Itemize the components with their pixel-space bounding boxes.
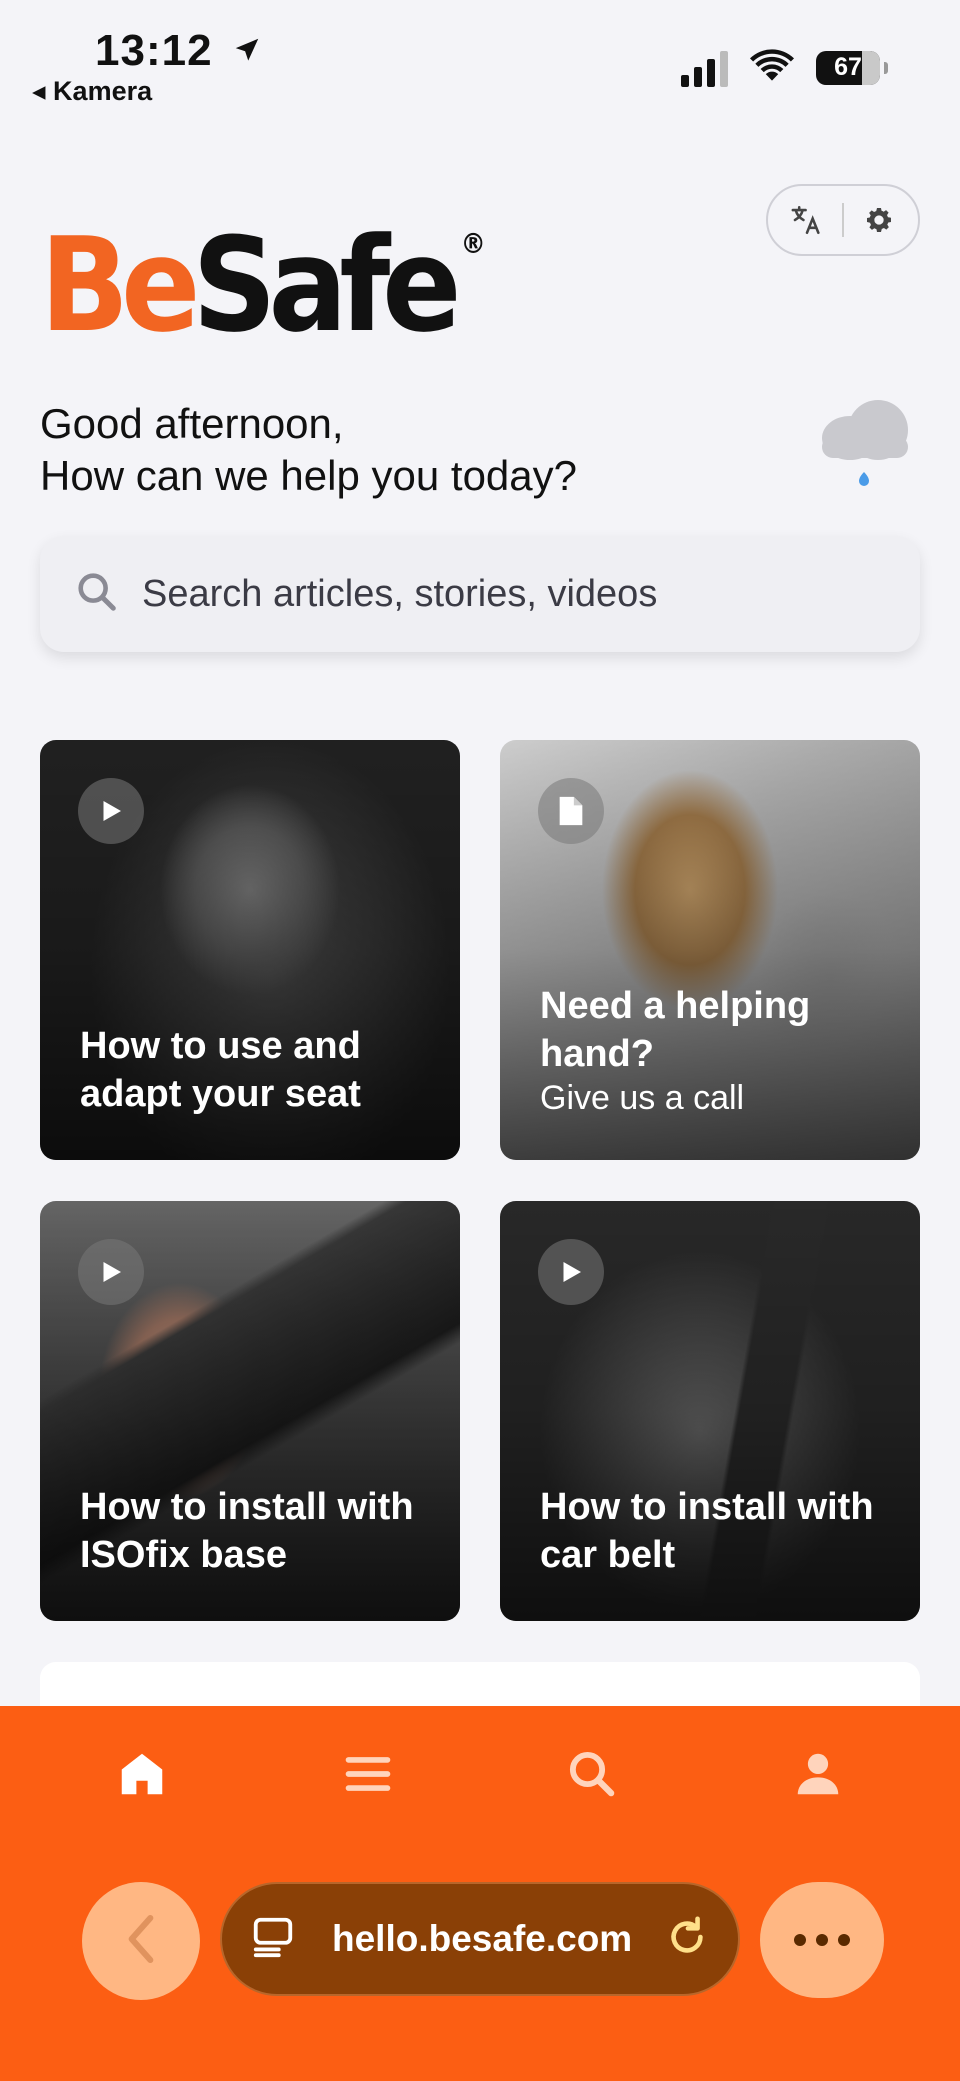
play-icon [78,778,144,844]
card-install-car-belt[interactable]: How to install with car belt [500,1201,920,1621]
browser-back-button[interactable] [82,1882,200,2000]
translate-icon[interactable] [785,198,829,242]
wifi-icon [750,48,794,87]
besafe-logo: BeSafe ® [40,220,486,350]
nav-search[interactable] [562,1746,622,1806]
header-actions [766,184,920,256]
registered-mark: ® [460,227,486,260]
search-input[interactable]: Search articles, stories, videos [142,573,657,616]
greeting-line-1: Good afternoon, [40,400,344,447]
search-icon [74,569,120,620]
card-install-isofix[interactable]: How to install with ISOfix base [40,1201,460,1621]
divider [841,203,844,237]
card-title: How to use and adapt your seat [80,1025,361,1115]
play-icon [538,1239,604,1305]
location-arrow-icon [232,26,262,76]
search-icon [565,1747,619,1806]
weather-rain-cloud-icon [810,392,920,492]
tabs-icon[interactable] [250,1914,296,1965]
battery-icon: 67 [816,50,888,85]
status-indicators: 67 [681,48,888,87]
search-bar[interactable]: Search articles, stories, videos [40,536,920,652]
home-icon [115,1747,169,1806]
profile-icon [791,1747,845,1806]
battery-level: 67 [834,53,862,81]
card-title-text: Need a helping hand? [540,985,811,1075]
status-time: 13:12 [95,26,262,76]
greeting-line-2: How can we help you today? [40,452,577,499]
menu-icon [342,1748,394,1805]
back-to-app-link[interactable]: ◂ Kamera [32,76,152,107]
browser-more-button[interactable] [760,1882,884,1998]
nav-home[interactable] [112,1746,172,1806]
ellipsis-icon [794,1934,850,1946]
play-icon [78,1239,144,1305]
greeting: Good afternoon, How can we help you toda… [40,398,577,502]
reload-icon[interactable] [664,1914,710,1965]
gear-icon[interactable] [857,198,901,242]
cellular-signal-icon [681,49,728,87]
card-use-and-adapt-seat[interactable]: How to use and adapt your seat [40,740,460,1160]
clock: 13:12 [95,26,213,75]
url-text: hello.besafe.com [332,1918,633,1959]
card-subtitle: Give us a call [540,1079,745,1117]
chevron-left-icon [119,1911,163,1972]
logo-safe: Safe [192,209,461,361]
card-title: Need a helping hand? Give us a call [540,982,890,1118]
nav-menu[interactable] [338,1746,398,1806]
card-helping-hand[interactable]: Need a helping hand? Give us a call [500,740,920,1160]
browser-address-bar[interactable]: hello.besafe.com [220,1882,740,1996]
nav-profile[interactable] [788,1746,848,1806]
card-title: How to install with car belt [540,1486,874,1576]
document-icon [538,778,604,844]
logo-be: Be [40,209,200,361]
card-title: How to install with ISOfix base [80,1486,414,1576]
